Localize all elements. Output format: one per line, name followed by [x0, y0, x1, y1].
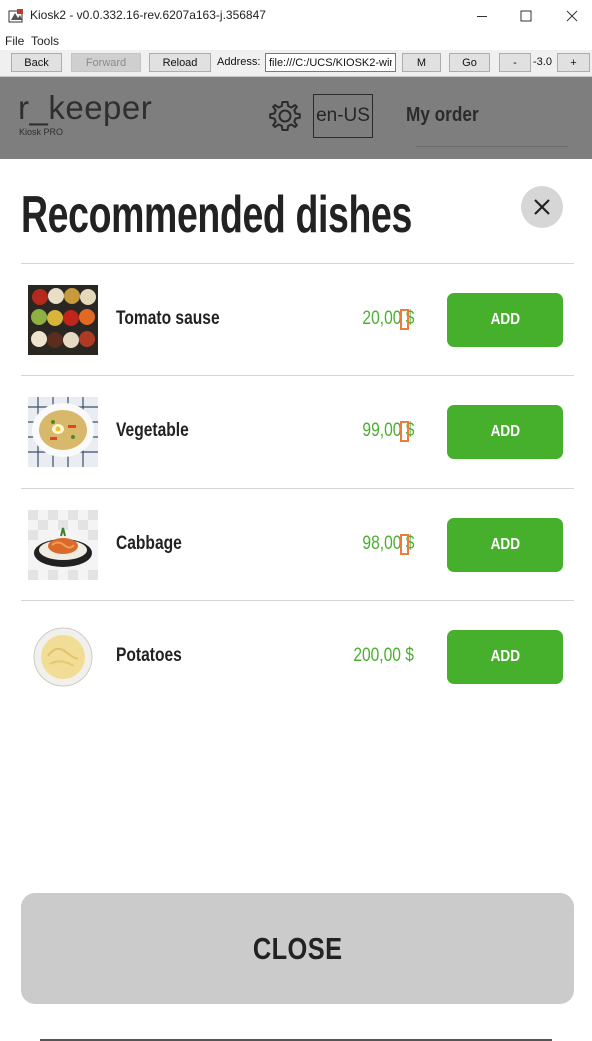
close-window-icon[interactable] — [552, 4, 592, 28]
add-button[interactable]: ADD — [447, 630, 563, 684]
brand-logo: r_keeper — [18, 89, 153, 126]
order-divider — [416, 146, 568, 147]
dish-name: Vegetable — [116, 420, 189, 441]
add-button[interactable]: ADD — [447, 293, 563, 347]
menubar: File Tools — [0, 32, 592, 50]
list-item: Vegetable 99,00 $ ADD — [21, 376, 574, 488]
dish-name: Tomato sause — [116, 308, 220, 329]
menu-tools[interactable]: Tools — [31, 34, 59, 48]
brand-subtitle: Kiosk PRO — [19, 127, 64, 137]
window-titlebar: Kiosk2 - v0.0.332.16-rev.6207a163-j.3568… — [0, 0, 592, 32]
dish-name: Cabbage — [116, 533, 182, 554]
zoom-in-button[interactable]: + — [557, 53, 590, 72]
window-title: Kiosk2 - v0.0.332.16-rev.6207a163-j.3568… — [30, 8, 266, 22]
address-input[interactable] — [265, 53, 396, 72]
maximize-icon[interactable] — [506, 4, 546, 28]
soup-image — [28, 397, 98, 467]
zoom-out-button[interactable]: - — [499, 53, 531, 72]
modal-title: Recommended dishes — [21, 186, 412, 244]
menu-file[interactable]: File — [5, 34, 24, 48]
m-button[interactable]: M — [402, 53, 441, 72]
mashed-potatoes-image — [28, 622, 98, 692]
reload-button[interactable]: Reload — [149, 53, 211, 72]
list-item: Potatoes 200,00 $ ADD — [21, 601, 574, 713]
list-item: Tomato sause 20,00 $ ADD — [21, 264, 574, 376]
focus-indicator — [400, 421, 409, 442]
dish-price: 200,00 $ — [353, 645, 414, 666]
focus-indicator — [400, 534, 409, 555]
pasta-image — [28, 510, 98, 580]
close-icon[interactable] — [521, 186, 563, 228]
dish-name: Potatoes — [116, 645, 182, 666]
forward-button[interactable]: Forward — [71, 53, 141, 72]
address-label: Address: — [217, 56, 261, 68]
recommended-modal: Recommended dishes Tomato sause 20,00 $ … — [0, 159, 592, 1039]
add-button[interactable]: ADD — [447, 405, 563, 459]
close-button[interactable]: CLOSE — [21, 893, 574, 1004]
gear-icon[interactable] — [268, 99, 302, 133]
my-order-title: My order — [406, 104, 479, 126]
browser-toolbar: Back Forward Reload Address: M Go - -3.0… — [0, 50, 592, 77]
language-button[interactable]: en-US — [313, 94, 373, 138]
list-item: Cabbage 98,00 $ ADD — [21, 489, 574, 601]
app-icon — [8, 9, 23, 23]
kiosk-header: r_keeper Kiosk PRO en-US My order — [0, 77, 592, 159]
go-button[interactable]: Go — [449, 53, 490, 72]
focus-indicator — [400, 309, 409, 330]
add-button[interactable]: ADD — [447, 518, 563, 572]
sauces-image — [28, 285, 98, 355]
zoom-level: -3.0 — [533, 56, 552, 68]
minimize-icon[interactable] — [462, 4, 502, 28]
back-button[interactable]: Back — [11, 53, 62, 72]
